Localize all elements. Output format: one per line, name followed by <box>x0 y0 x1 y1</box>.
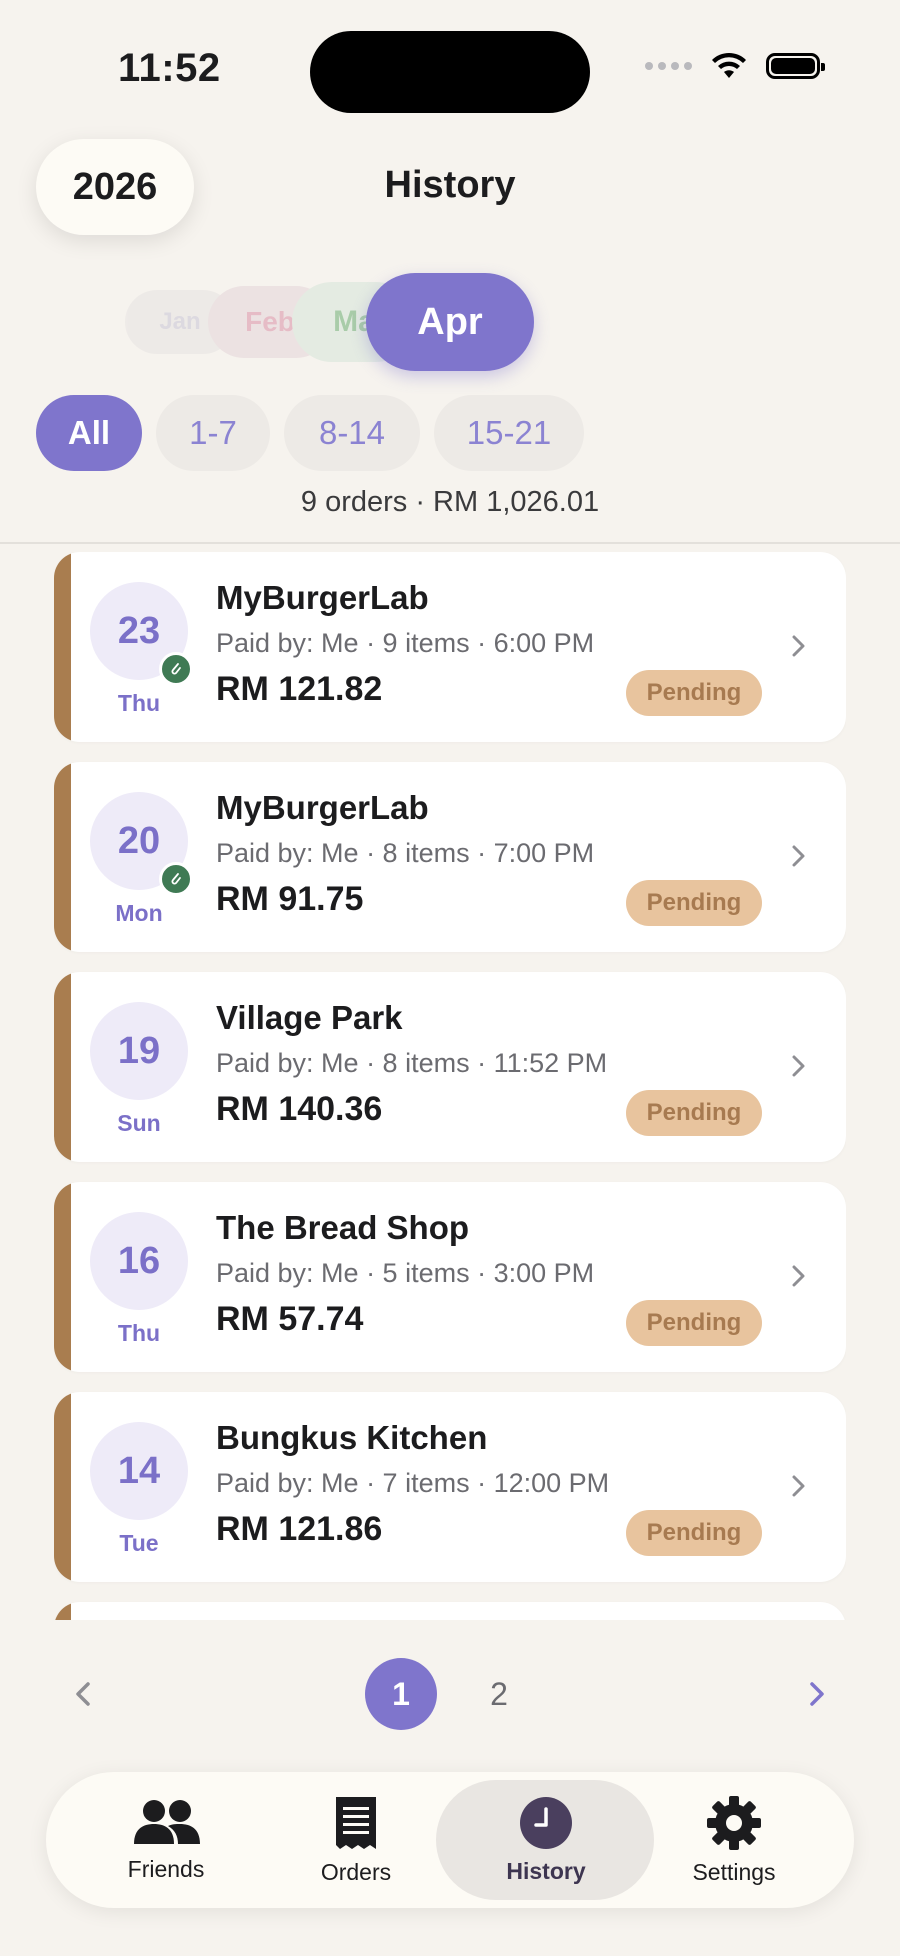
prev-page-button[interactable] <box>68 1676 100 1712</box>
tab-label: Friends <box>127 1855 205 1882</box>
filter-1-7[interactable]: 1-7 <box>156 395 270 471</box>
filter-8-14[interactable]: 8-14 <box>284 395 420 471</box>
next-page-button[interactable] <box>800 1676 832 1712</box>
card-accent <box>54 762 71 952</box>
tab-label: Orders <box>320 1858 392 1885</box>
status-icons <box>645 52 825 80</box>
order-weekday: Tue <box>119 1530 159 1556</box>
order-card[interactable]: 20 Mon MyBurgerLab Paid by: Me · 8 items… <box>54 762 846 952</box>
gear-icon <box>707 1795 761 1850</box>
chevron-right-icon <box>792 1055 805 1077</box>
tab-label: Settings <box>692 1858 776 1885</box>
order-meta: Paid by: Me · 5 items · 3:00 PM <box>216 1258 595 1288</box>
attachment-icon <box>159 862 193 896</box>
status-time: 11:52 <box>118 46 221 90</box>
order-day: 23 <box>117 609 161 652</box>
order-amount: RM 91.75 <box>216 880 364 918</box>
order-card[interactable]: 19 Sun Village Park Paid by: Me · 8 item… <box>54 972 846 1162</box>
order-amount: RM 121.82 <box>216 670 383 708</box>
orders-list: 23 Thu MyBurgerLab Paid by: Me · 9 items… <box>54 552 846 1620</box>
order-weekday: Sun <box>117 1110 161 1136</box>
order-weekday: Thu <box>117 690 161 716</box>
card-accent <box>54 1602 71 1620</box>
status-badge: Pending <box>626 1300 762 1346</box>
chevron-right-icon <box>792 1475 805 1497</box>
orders-summary: 9 orders · RM 1,026.01 <box>300 486 600 518</box>
chevron-right-icon <box>792 845 805 867</box>
tab-friends[interactable]: Friends <box>96 1772 236 1908</box>
order-amount: RM 140.36 <box>216 1090 383 1128</box>
date-badge: 16 <box>90 1212 188 1310</box>
divider <box>0 542 900 544</box>
order-meta: Paid by: Me · 7 items · 12:00 PM <box>216 1468 610 1498</box>
card-accent <box>54 1182 71 1372</box>
store-name: MyBurgerLab <box>216 789 429 826</box>
attachment-icon <box>159 652 193 686</box>
store-name: MyBurgerLab <box>216 579 429 616</box>
status-badge: Pending <box>626 670 762 716</box>
dynamic-island <box>310 31 590 113</box>
tab-settings[interactable]: Settings <box>664 1772 804 1908</box>
card-accent <box>54 552 71 742</box>
wifi-icon <box>712 52 746 78</box>
order-meta: Paid by: Me · 8 items · 7:00 PM <box>216 838 595 868</box>
status-badge: Pending <box>626 1510 762 1556</box>
tab-label: History <box>506 1857 586 1884</box>
order-weekday: Thu <box>117 1320 161 1346</box>
order-meta: Paid by: Me · 9 items · 6:00 PM <box>216 628 595 658</box>
store-name: Bungkus Kitchen <box>216 1419 488 1456</box>
order-day: 16 <box>117 1239 161 1282</box>
store-name: Village Park <box>216 999 403 1036</box>
page-1-button[interactable]: 1 <box>365 1658 437 1730</box>
order-day: 19 <box>117 1029 161 1072</box>
order-amount: RM 57.74 <box>216 1300 364 1338</box>
filter-15-21[interactable]: 15-21 <box>434 395 584 471</box>
tab-orders[interactable]: Orders <box>286 1772 426 1908</box>
order-meta: Paid by: Me · 8 items · 11:52 PM <box>216 1048 608 1078</box>
tab-bar: Friends Orders History Settings <box>46 1772 854 1908</box>
month-apr[interactable]: Apr <box>366 273 534 371</box>
order-weekday: Mon <box>115 900 163 926</box>
clock-icon <box>520 1796 572 1849</box>
chevron-right-icon <box>792 635 805 657</box>
week-filter: All 1-7 8-14 15-21 <box>36 395 584 471</box>
date-badge: 14 <box>90 1422 188 1520</box>
order-card[interactable]: 16 Thu The Bread Shop Paid by: Me · 5 it… <box>54 1182 846 1372</box>
status-badge: Pending <box>626 1090 762 1136</box>
order-card[interactable]: 14 Tue Bungkus Kitchen Paid by: Me · 7 i… <box>54 1392 846 1582</box>
status-badge: Pending <box>626 880 762 926</box>
signal-icon <box>645 62 692 70</box>
battery-icon <box>766 53 825 79</box>
friends-icon <box>134 1799 200 1844</box>
card-accent <box>54 1392 71 1582</box>
order-card-partial[interactable] <box>54 1602 846 1620</box>
tab-history[interactable]: History <box>476 1772 616 1908</box>
chevron-right-icon <box>792 1265 805 1287</box>
order-day: 20 <box>117 819 161 862</box>
order-amount: RM 121.86 <box>216 1510 383 1548</box>
card-accent <box>54 972 71 1162</box>
date-badge: 19 <box>90 1002 188 1100</box>
order-day: 14 <box>117 1449 161 1492</box>
page-2-button[interactable]: 2 <box>463 1658 535 1730</box>
filter-all[interactable]: All <box>36 395 142 471</box>
page-title: History <box>384 164 516 206</box>
receipt-icon <box>336 1796 376 1849</box>
order-card[interactable]: 23 Thu MyBurgerLab Paid by: Me · 9 items… <box>54 552 846 742</box>
store-name: The Bread Shop <box>216 1209 470 1246</box>
